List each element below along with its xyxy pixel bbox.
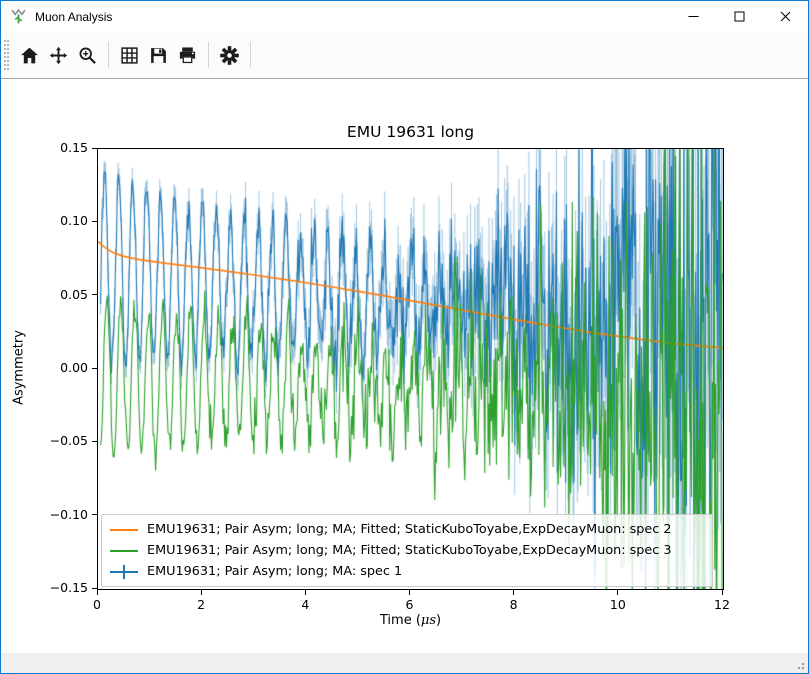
home-icon xyxy=(20,46,39,65)
x-tick-label: 4 xyxy=(287,597,323,612)
y-tick-mark xyxy=(92,148,97,149)
gear-icon xyxy=(220,46,239,65)
pan-icon xyxy=(49,46,68,65)
legend: EMU19631; Pair Asym; long; MA; Fitted; S… xyxy=(101,514,713,587)
home-button[interactable] xyxy=(16,41,43,69)
y-tick-mark xyxy=(92,368,97,369)
y-tick-label: −0.05 xyxy=(44,433,88,448)
legend-row: EMU19631; Pair Asym; long; MA; Fitted; S… xyxy=(110,540,704,561)
legend-label: EMU19631; Pair Asym; long; MA; Fitted; S… xyxy=(147,543,672,558)
y-tick-mark xyxy=(92,588,97,589)
legend-label: EMU19631; Pair Asym; long; MA: spec 1 xyxy=(147,564,402,579)
x-tick-mark xyxy=(513,590,514,595)
maximize-button[interactable] xyxy=(716,1,762,32)
y-axis-label: Asymmetry xyxy=(12,288,27,448)
x-tick-label: 12 xyxy=(704,597,740,612)
resize-grip[interactable] xyxy=(795,660,805,670)
grid-icon xyxy=(120,46,139,65)
window-title: Muon Analysis xyxy=(35,10,112,24)
print-icon xyxy=(178,46,197,65)
legend-row: EMU19631; Pair Asym; long; MA: spec 1 xyxy=(110,561,704,582)
y-tick-mark xyxy=(92,221,97,222)
x-tick-label: 10 xyxy=(600,597,636,612)
toolbar-separator xyxy=(250,42,251,68)
x-axis-label: Time (μs) xyxy=(97,613,724,628)
subplots-button[interactable] xyxy=(116,41,143,69)
x-tick-mark xyxy=(617,590,618,595)
legend-row: EMU19631; Pair Asym; long; MA; Fitted; S… xyxy=(110,519,704,540)
muon-analysis-window: Muon Analysis xyxy=(0,0,809,674)
toolbar-separator xyxy=(108,42,109,68)
y-tick-label: −0.15 xyxy=(44,580,88,595)
close-icon xyxy=(780,11,791,22)
y-tick-mark xyxy=(92,514,97,515)
statusbar xyxy=(1,653,808,673)
x-tick-mark xyxy=(305,590,306,595)
print-button[interactable] xyxy=(174,41,201,69)
x-tick-mark xyxy=(97,590,98,595)
y-tick-label: 0.10 xyxy=(44,213,88,228)
matplotlib-toolbar xyxy=(1,32,808,79)
y-tick-mark xyxy=(92,294,97,295)
close-button[interactable] xyxy=(762,1,808,32)
x-tick-label: 2 xyxy=(183,597,219,612)
x-tick-label: 0 xyxy=(79,597,115,612)
app-icon xyxy=(10,8,27,25)
x-tick-label: 6 xyxy=(392,597,428,612)
y-tick-label: 0.00 xyxy=(44,360,88,375)
y-tick-label: 0.05 xyxy=(44,287,88,302)
line-marker-icon xyxy=(110,523,138,537)
zoom-icon xyxy=(78,46,97,65)
save-button[interactable] xyxy=(145,41,172,69)
x-tick-mark xyxy=(201,590,202,595)
minimize-button[interactable] xyxy=(670,1,716,32)
maximize-icon xyxy=(734,11,745,22)
x-tick-mark xyxy=(722,590,723,595)
line-marker-icon xyxy=(110,544,138,558)
y-tick-label: −0.10 xyxy=(44,507,88,522)
plot-title: EMU 19631 long xyxy=(97,123,724,141)
minimize-icon xyxy=(688,11,699,22)
titlebar[interactable]: Muon Analysis xyxy=(1,1,808,32)
x-tick-mark xyxy=(409,590,410,595)
pan-button[interactable] xyxy=(45,41,72,69)
zoom-button[interactable] xyxy=(74,41,101,69)
plot-axes[interactable]: EMU19631; Pair Asym; long; MA; Fitted; S… xyxy=(97,148,724,590)
y-tick-mark xyxy=(92,441,97,442)
settings-button[interactable] xyxy=(216,41,243,69)
errorbar-marker-icon xyxy=(110,565,138,579)
toolbar-separator xyxy=(208,42,209,68)
legend-label: EMU19631; Pair Asym; long; MA; Fitted; S… xyxy=(147,522,672,537)
save-icon xyxy=(149,46,168,65)
x-tick-label: 8 xyxy=(496,597,532,612)
y-tick-label: 0.15 xyxy=(44,140,88,155)
figure-area: EMU 19631 long Asymmetry Time (μs) EMU19… xyxy=(1,79,808,653)
toolbar-drag-handle[interactable] xyxy=(4,40,9,70)
